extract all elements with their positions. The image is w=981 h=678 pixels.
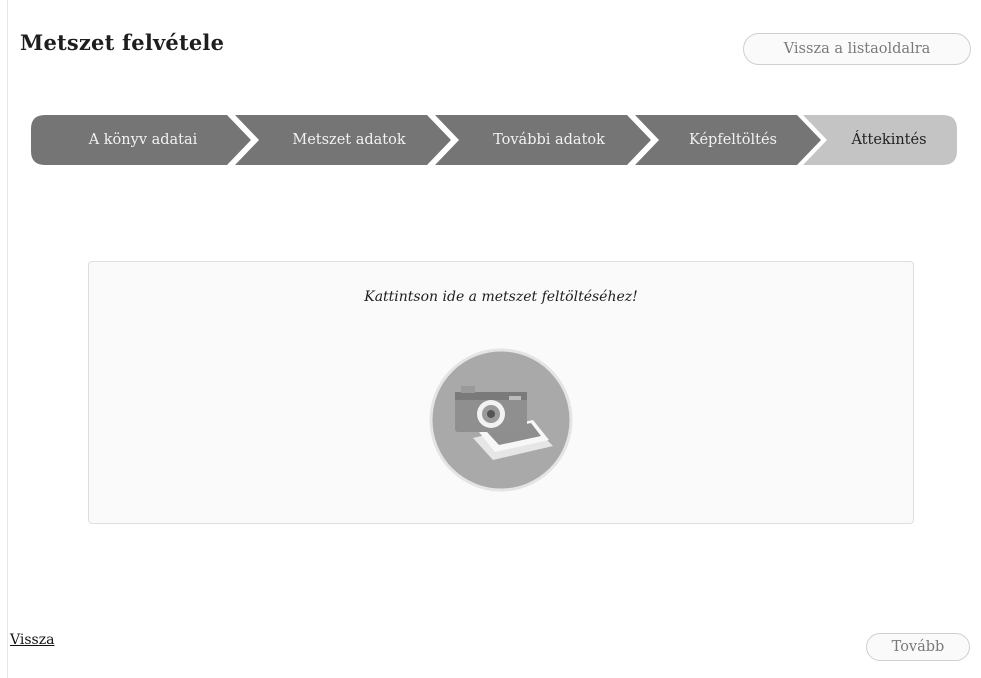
page-title: Metszet felvétele: [20, 30, 225, 55]
step-image-upload[interactable]: Képfeltöltés: [643, 115, 823, 165]
wizard-stepper: A könyv adatai Metszet adatok További ad…: [31, 115, 957, 165]
upload-dropzone[interactable]: Kattintson ide a metszet feltöltéséhez!: [88, 261, 914, 524]
step-further-data[interactable]: További adatok: [449, 115, 649, 165]
step-book-data[interactable]: A könyv adatai: [43, 115, 243, 165]
page-left-border: [7, 0, 8, 678]
step-overview[interactable]: Áttekintés: [821, 115, 957, 165]
step-engraving-data[interactable]: Metszet adatok: [249, 115, 449, 165]
back-link[interactable]: Vissza: [10, 632, 54, 648]
camera-photo-icon: [429, 348, 573, 492]
back-to-list-button[interactable]: Vissza a listaoldalra: [743, 33, 971, 65]
upload-hint: Kattintson ide a metszet feltöltéséhez!: [364, 289, 638, 305]
next-button[interactable]: Tovább: [866, 633, 970, 661]
